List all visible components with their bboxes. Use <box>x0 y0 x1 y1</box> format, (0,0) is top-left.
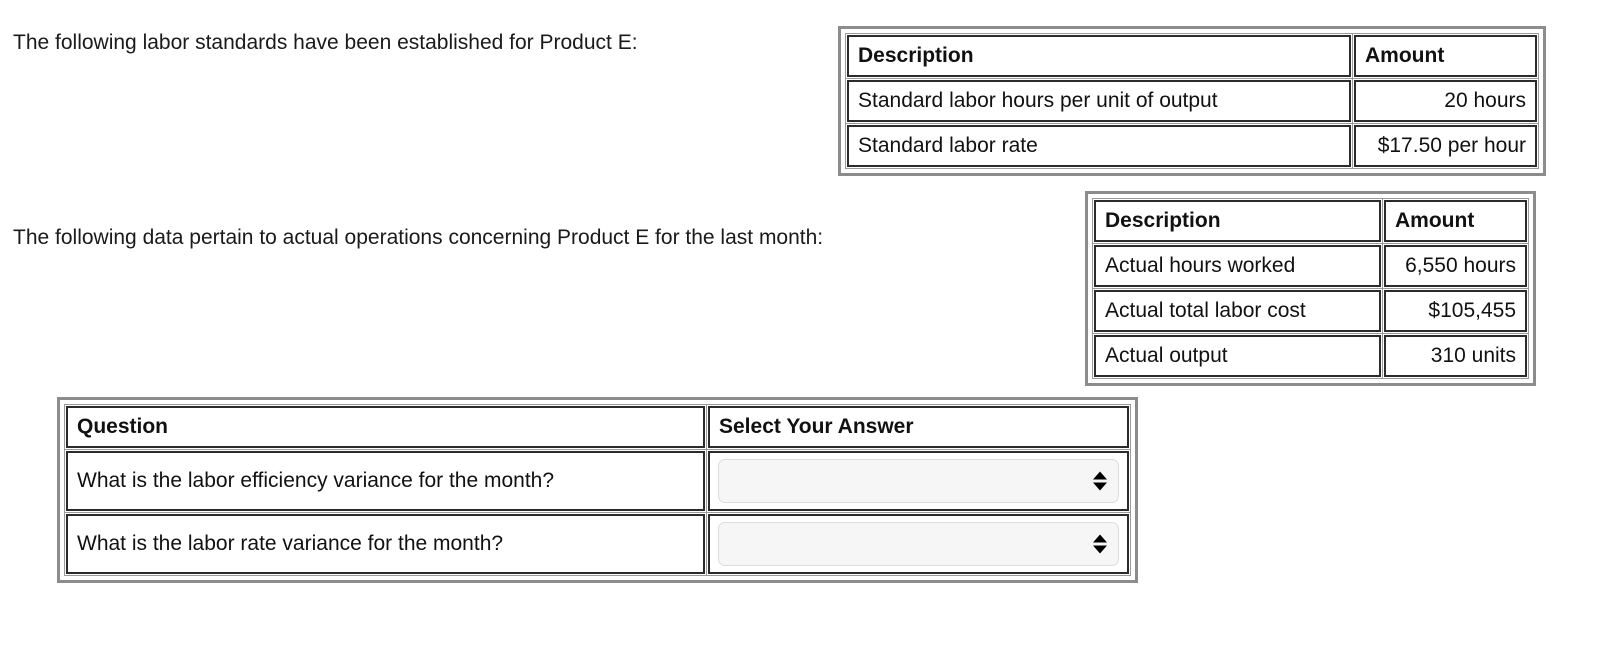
question-label-rate-variance: What is the labor rate variance for the … <box>64 512 707 576</box>
row-description: Standard labor rate <box>845 123 1353 169</box>
labor-standards-table: Description Amount Standard labor hours … <box>838 26 1546 176</box>
table-row: Actual total labor cost $105,455 <box>1092 288 1529 334</box>
answer-cell <box>706 449 1131 513</box>
select-wrapper <box>718 459 1119 503</box>
standards-intro-paragraph: The following labor standards have been … <box>13 31 638 54</box>
row-description: Actual hours worked <box>1092 243 1383 289</box>
table-header-row: Description Amount <box>845 33 1539 79</box>
actual-operations-table: Description Amount Actual hours worked 6… <box>1085 191 1536 386</box>
column-header-amount: Amount <box>1382 198 1529 244</box>
row-amount: 6,550 hours <box>1382 243 1529 289</box>
row-amount: $17.50 per hour <box>1352 123 1539 169</box>
column-header-question: Question <box>64 404 707 450</box>
answer-select-efficiency-variance[interactable] <box>718 459 1119 503</box>
row-amount: 20 hours <box>1352 78 1539 124</box>
row-description: Actual output <box>1092 333 1383 379</box>
table-row: Actual hours worked 6,550 hours <box>1092 243 1529 289</box>
question-label-efficiency-variance: What is the labor efficiency variance fo… <box>64 449 707 513</box>
questions-answers-table: Question Select Your Answer What is the … <box>57 397 1138 583</box>
column-header-description: Description <box>845 33 1353 79</box>
row-amount: 310 units <box>1382 333 1529 379</box>
table-header-row: Question Select Your Answer <box>64 404 1131 450</box>
table-row: What is the labor rate variance for the … <box>64 512 1131 576</box>
actuals-intro-paragraph: The following data pertain to actual ope… <box>13 226 824 249</box>
select-wrapper <box>718 522 1119 566</box>
column-header-description: Description <box>1092 198 1383 244</box>
table-row: Standard labor hours per unit of output … <box>845 78 1539 124</box>
table-header-row: Description Amount <box>1092 198 1529 244</box>
table-row: Actual output 310 units <box>1092 333 1529 379</box>
row-description: Standard labor hours per unit of output <box>845 78 1353 124</box>
answer-cell <box>706 512 1131 576</box>
row-description: Actual total labor cost <box>1092 288 1383 334</box>
table-row: Standard labor rate $17.50 per hour <box>845 123 1539 169</box>
table-row: What is the labor efficiency variance fo… <box>64 449 1131 513</box>
column-header-amount: Amount <box>1352 33 1539 79</box>
column-header-select-your-answer: Select Your Answer <box>706 404 1131 450</box>
row-amount: $105,455 <box>1382 288 1529 334</box>
answer-select-rate-variance[interactable] <box>718 522 1119 566</box>
